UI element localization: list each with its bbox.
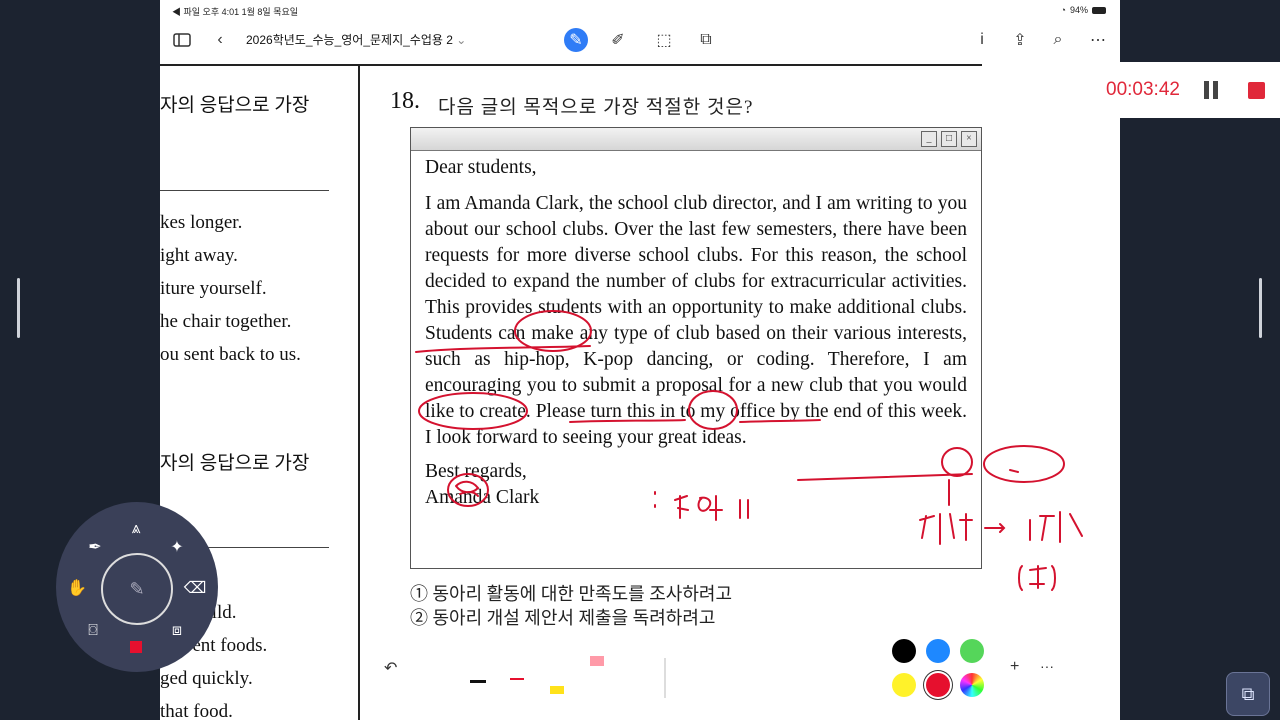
left-option-fragment: iture yourself. <box>160 278 267 299</box>
fountain-pen-icon[interactable]: ✒ <box>84 536 106 558</box>
ipad-screen: ◀ 파일 오후 4:01 1월 8일 목요일 ◔ 94% ‹ 2026학년도_수… <box>160 0 1120 720</box>
more-pen-options[interactable]: ··· <box>1040 658 1054 674</box>
eraser-icon[interactable]: ⌫ <box>184 577 207 599</box>
pen-style-1[interactable] <box>470 680 486 683</box>
question-prompt: 다음 글의 목적으로 가장 적절한 것은? <box>438 97 754 118</box>
radial-tool-menu: ✒ ⩓ ✦ ✋ ⌫ ⌼ ⧈ ✎ <box>56 502 218 672</box>
letter-window: _ □ × Dear students, I am Amanda Clark, … <box>410 127 982 569</box>
left-option-fragment: he chair together. <box>160 311 292 332</box>
pencil-icon[interactable]: ✎ <box>101 553 173 625</box>
color-red-selected[interactable] <box>926 673 950 697</box>
recording-timer: 00:03:42 <box>1106 79 1180 100</box>
left-question-fragment: 자의 응답으로 가장 <box>160 95 310 116</box>
pen-toolbar: ↶ + ··· <box>360 628 1054 708</box>
search-icon[interactable]: ⌕ <box>1046 28 1070 52</box>
undo-icon[interactable]: ↶ <box>384 658 397 678</box>
record-stop-icon[interactable] <box>125 636 147 658</box>
color-green[interactable] <box>960 639 984 663</box>
document-title[interactable]: 2026학년도_수능_영어_문제지_수업용 2 ⌄ <box>246 31 466 48</box>
letter-window-titlebar: _ □ × <box>411 128 981 151</box>
ruler-tool[interactable] <box>664 658 666 698</box>
left-option-fragment: kes longer. <box>160 212 243 233</box>
close-icon: × <box>961 131 977 147</box>
camera-icon[interactable]: ⌼ <box>82 620 104 642</box>
add-color-button[interactable]: + <box>1010 658 1019 676</box>
status-bar-right: ◔ 94% <box>1061 5 1106 15</box>
wifi-icon: ◔ <box>1060 5 1066 15</box>
question-number: 18. <box>390 88 420 114</box>
letter-paragraph: I am Amanda Clark, the school club direc… <box>425 193 967 448</box>
highlighter-yellow[interactable] <box>550 686 564 694</box>
recording-widget: 00:03:42 <box>1094 62 1280 118</box>
letter-greeting: Dear students, <box>425 157 537 178</box>
color-blue[interactable] <box>926 639 950 663</box>
battery-icon <box>1092 6 1106 14</box>
title-chevron-icon: ⌄ <box>456 33 467 47</box>
choice-1[interactable]: ① 동아리 활동에 대한 만족도를 조사하려고 <box>410 582 732 606</box>
battery-percent: 94% <box>1069 5 1088 15</box>
top-toolbar: ‹ 2026학년도_수능_영어_문제지_수업용 2 ⌄ ✎ ✐ ⬚ ⧉ i ⇪ … <box>160 22 1120 58</box>
hand-icon[interactable]: ✋ <box>66 577 88 599</box>
tick-mark <box>1009 469 1019 473</box>
more-icon[interactable]: ⋯ <box>1086 28 1110 52</box>
letter-signature: Amanda Clark <box>425 487 540 508</box>
left-option-fragment: ged quickly. <box>160 668 253 689</box>
compass-icon[interactable]: ⩓ <box>125 518 147 540</box>
document-title-text: 2026학년도_수능_영어_문제지_수업용 2 <box>246 33 453 47</box>
handwritten-dong-note <box>1018 565 1056 591</box>
color-yellow[interactable] <box>892 673 916 697</box>
letter-closing: Best regards, <box>425 461 527 482</box>
left-separator <box>160 190 329 191</box>
right-edge-handle[interactable] <box>1259 278 1262 338</box>
highlighter-pink[interactable] <box>590 656 604 666</box>
left-option-fragment: that food. <box>160 701 233 720</box>
column-divider <box>358 66 360 720</box>
status-bar: ◀ 파일 오후 4:01 1월 8일 목요일 ◔ 94% <box>160 0 1120 22</box>
left-question-fragment: 자의 응답으로 가장 <box>160 453 310 474</box>
left-option-fragment: ou sent back to us. <box>160 344 301 365</box>
answer-choices: ① 동아리 활동에 대한 만족도를 조사하려고 ② 동아리 개설 제안서 제출을… <box>410 582 732 630</box>
highlighter-icon[interactable]: ✐ <box>606 28 630 52</box>
left-edge-handle[interactable] <box>17 278 20 338</box>
maximize-icon: □ <box>941 131 957 147</box>
color-black[interactable] <box>892 639 916 663</box>
color-wheel-icon[interactable] <box>960 673 984 697</box>
left-option-fragment: ight away. <box>160 245 238 266</box>
pause-icon[interactable] <box>1204 81 1218 99</box>
pen-mode-icon[interactable]: ✎ <box>564 28 588 52</box>
share-icon[interactable]: ⇪ <box>1008 28 1032 52</box>
info-icon[interactable]: i <box>970 28 994 52</box>
stop-icon[interactable] <box>1248 82 1265 99</box>
sidebar-icon[interactable] <box>170 28 194 52</box>
circle-ing-blank <box>983 445 1065 483</box>
exam-page[interactable]: 자의 응답으로 가장 kes longer. ight away. iture … <box>160 64 982 720</box>
screen-mirror-icon[interactable]: ⧉ <box>1226 672 1270 716</box>
minimize-icon: _ <box>921 131 937 147</box>
add-page-icon[interactable]: ⧉ <box>694 28 718 52</box>
briefcase-icon[interactable]: ⧈ <box>166 620 188 642</box>
status-bar-left: ◀ 파일 오후 4:01 1월 8일 목요일 <box>172 7 299 17</box>
choice-2[interactable]: ② 동아리 개설 제안서 제출을 독려하려고 <box>410 606 732 630</box>
back-chevron-icon[interactable]: ‹ <box>208 28 232 52</box>
pen-style-2[interactable] <box>510 678 524 680</box>
lasso-select-icon[interactable]: ⬚ <box>652 28 676 52</box>
magic-wand-icon[interactable]: ✦ <box>166 536 188 558</box>
letter-body: Dear students, I am Amanda Clark, the sc… <box>411 151 981 511</box>
